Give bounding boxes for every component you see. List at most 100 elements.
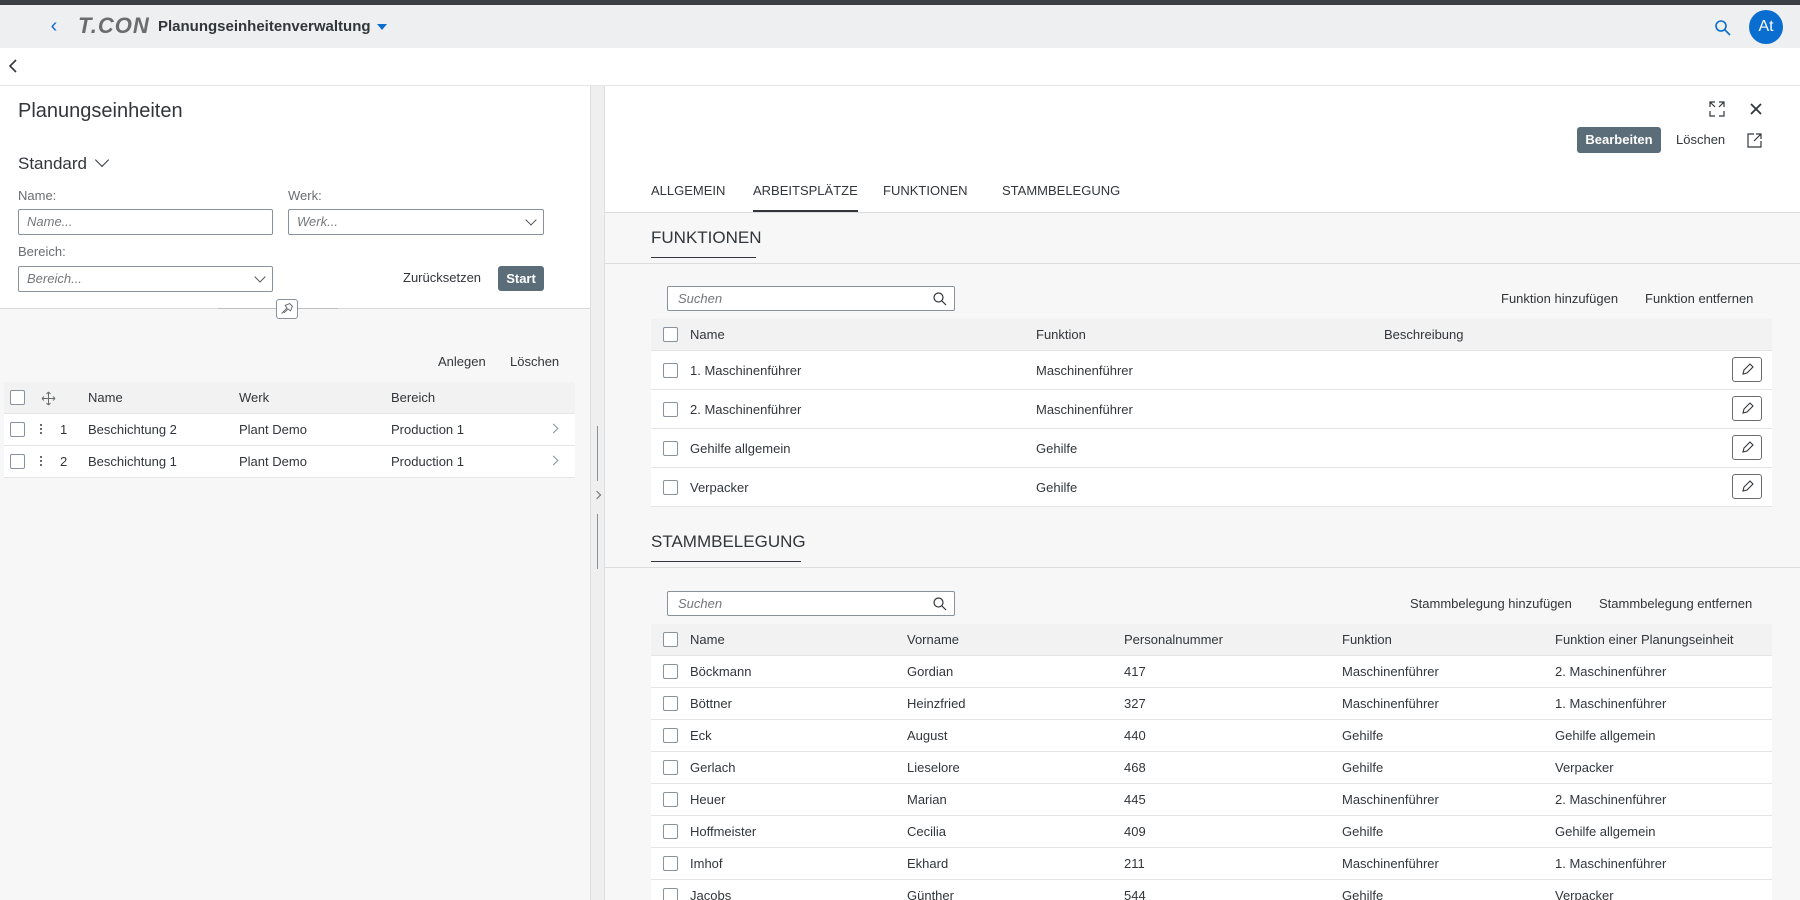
search-icon[interactable]	[1714, 19, 1732, 37]
table-row[interactable]: Böttner Heinzfried 327 Maschinenführer 1. Ma…	[651, 688, 1772, 720]
edit-row-button[interactable]	[1732, 435, 1762, 460]
table-row[interactable]: Gehilfe allgemein Gehilfe	[651, 429, 1772, 468]
start-button[interactable]: Start	[498, 266, 544, 291]
tab-stammbelegung[interactable]: STAMMBELEGUNG	[1002, 182, 1120, 212]
add-assignment-button[interactable]: Stammbelegung hinzufügen	[1410, 596, 1572, 611]
stammbelegung-table: Name Vorname Personalnummer Funktion Fun…	[651, 624, 1772, 900]
planning-unit-detail-panel: Bearbeiten Löschen ALLGEMEIN ARBEITSPLÄT…	[605, 86, 1800, 900]
chevron-right-icon[interactable]	[548, 423, 559, 434]
row-checkbox[interactable]	[663, 363, 678, 378]
select-all-checkbox[interactable]	[663, 327, 678, 342]
row-checkbox[interactable]	[663, 824, 678, 839]
bereich-filter-select[interactable]: Bereich...	[18, 266, 273, 292]
share-icon[interactable]	[1746, 131, 1764, 149]
tab-allgemein[interactable]: ALLGEMEIN	[651, 182, 725, 212]
row-checkbox[interactable]	[663, 402, 678, 417]
remove-function-button[interactable]: Funktion entfernen	[1645, 291, 1753, 306]
row-vorname: Heinzfried	[907, 696, 966, 711]
row-checkbox[interactable]	[663, 696, 678, 711]
section-title-text: STAMMBELEGUNG	[651, 532, 806, 551]
chevron-right-icon[interactable]	[548, 455, 559, 466]
row-name: Beschichtung 1	[88, 454, 177, 469]
detail-header: Bearbeiten Löschen ALLGEMEIN ARBEITSPLÄT…	[605, 86, 1800, 212]
delete-detail-button[interactable]: Löschen	[1676, 132, 1725, 147]
table-row[interactable]: Böckmann Gordian 417 Maschinenführer 2. Masc…	[651, 656, 1772, 688]
add-function-button[interactable]: Funktion hinzufügen	[1501, 291, 1618, 306]
row-name: Heuer	[690, 792, 726, 807]
section-title-stammbelegung: STAMMBELEGUNG	[651, 532, 806, 562]
table-row[interactable]: 1 Beschichtung 2 Plant Demo Production 1	[4, 414, 575, 446]
row-bereich: Production 1	[391, 422, 464, 437]
row-checkbox[interactable]	[10, 454, 25, 469]
row-checkbox[interactable]	[663, 441, 678, 456]
row-personalnummer: 211	[1124, 856, 1145, 871]
app-title-menu[interactable]: Planungseinheitenverwaltung	[158, 17, 387, 37]
table-row[interactable]: Verpacker Gehilfe	[651, 468, 1772, 507]
tab-funktionen[interactable]: FUNKTIONEN	[883, 182, 968, 212]
table-row[interactable]: Gerlach Lieselore 468 Gehilfe Verpacker	[651, 752, 1772, 784]
drag-handle-icon[interactable]	[40, 422, 43, 438]
remove-assignment-button[interactable]: Stammbelegung entfernen	[1599, 596, 1752, 611]
caret-down-icon	[376, 24, 387, 31]
row-checkbox[interactable]	[10, 422, 25, 437]
select-all-checkbox[interactable]	[10, 390, 25, 405]
edit-row-button[interactable]	[1732, 357, 1762, 382]
bereich-filter-label: Bereich:	[18, 244, 66, 259]
section-title-text: FUNKTIONEN	[651, 228, 762, 247]
table-row[interactable]: Heuer Marian 445 Maschinenführer 2. Maschine…	[651, 784, 1772, 816]
variant-selector[interactable]: Standard	[18, 152, 110, 174]
tab-arbeitsplaetze[interactable]: ARBEITSPLÄTZE	[753, 182, 858, 212]
edit-row-button[interactable]	[1732, 396, 1762, 421]
row-vorname: August	[907, 728, 948, 743]
row-checkbox[interactable]	[663, 728, 678, 743]
row-pe-funktion: 1. Maschinenführer	[1555, 696, 1667, 711]
name-filter-input[interactable]: Name...	[18, 209, 273, 235]
fullscreen-icon[interactable]	[1708, 100, 1726, 118]
chevron-down-icon	[94, 152, 110, 168]
row-vorname: Lieselore	[907, 760, 960, 775]
table-row[interactable]: Jacobs Günther 544 Gehilfe Verpacker	[651, 880, 1772, 900]
column-splitter[interactable]	[590, 86, 605, 900]
planning-units-table: Name Werk Bereich 1 Beschichtung 2 Plant…	[4, 382, 575, 478]
app-title: Planungseinheitenverwaltung	[158, 18, 371, 35]
table-row[interactable]: 1. Maschinenführer Maschinenführer	[651, 351, 1772, 390]
row-checkbox[interactable]	[663, 480, 678, 495]
edit-button[interactable]: Bearbeiten	[1577, 127, 1661, 153]
pin-icon	[281, 303, 293, 314]
row-funktion: Maschinenführer	[1342, 696, 1439, 711]
drag-handle-icon[interactable]	[40, 454, 43, 470]
splitter-grip	[597, 514, 598, 569]
create-button[interactable]: Anlegen	[438, 354, 486, 369]
delete-list-button[interactable]: Löschen	[510, 354, 559, 369]
table-row[interactable]: 2 Beschichtung 1 Plant Demo Production 1	[4, 446, 575, 478]
close-icon[interactable]	[1747, 100, 1765, 118]
row-checkbox[interactable]	[663, 760, 678, 775]
row-checkbox[interactable]	[663, 888, 678, 900]
reset-button[interactable]: Zurücksetzen	[403, 270, 481, 285]
row-personalnummer: 417	[1124, 664, 1146, 679]
row-checkbox[interactable]	[663, 664, 678, 679]
table-row[interactable]: Imhof Ekhard 211 Maschinenführer 1. Maschine…	[651, 848, 1772, 880]
edit-row-button[interactable]	[1732, 474, 1762, 499]
dropdown-icon	[254, 271, 266, 283]
select-all-checkbox[interactable]	[663, 632, 678, 647]
search-icon[interactable]	[932, 291, 948, 307]
chevron-right-icon[interactable]	[592, 490, 602, 500]
search-icon[interactable]	[932, 596, 948, 612]
row-checkbox[interactable]	[663, 856, 678, 871]
collapse-back-icon[interactable]	[4, 56, 24, 76]
row-personalnummer: 440	[1124, 728, 1146, 743]
werk-filter-select[interactable]: Werk...	[288, 209, 544, 235]
pin-filter-button[interactable]	[276, 299, 298, 319]
table-row[interactable]: Hoffmeister Cecilia 409 Gehilfe Gehilfe allg…	[651, 816, 1772, 848]
back-icon[interactable]: ‹	[42, 14, 66, 38]
avatar[interactable]: At	[1749, 10, 1783, 44]
row-checkbox[interactable]	[663, 792, 678, 807]
table-row[interactable]: 2. Maschinenführer Maschinenführer	[651, 390, 1772, 429]
move-icon[interactable]	[41, 391, 56, 406]
table-row[interactable]: Eck August 440 Gehilfe Gehilfe allgemein	[651, 720, 1772, 752]
funktionen-search-input[interactable]: Suchen	[667, 286, 955, 311]
stammbelegung-search-placeholder: Suchen	[678, 596, 723, 611]
stammbelegung-search-input[interactable]: Suchen	[667, 591, 955, 616]
splitter-grip	[597, 426, 598, 481]
